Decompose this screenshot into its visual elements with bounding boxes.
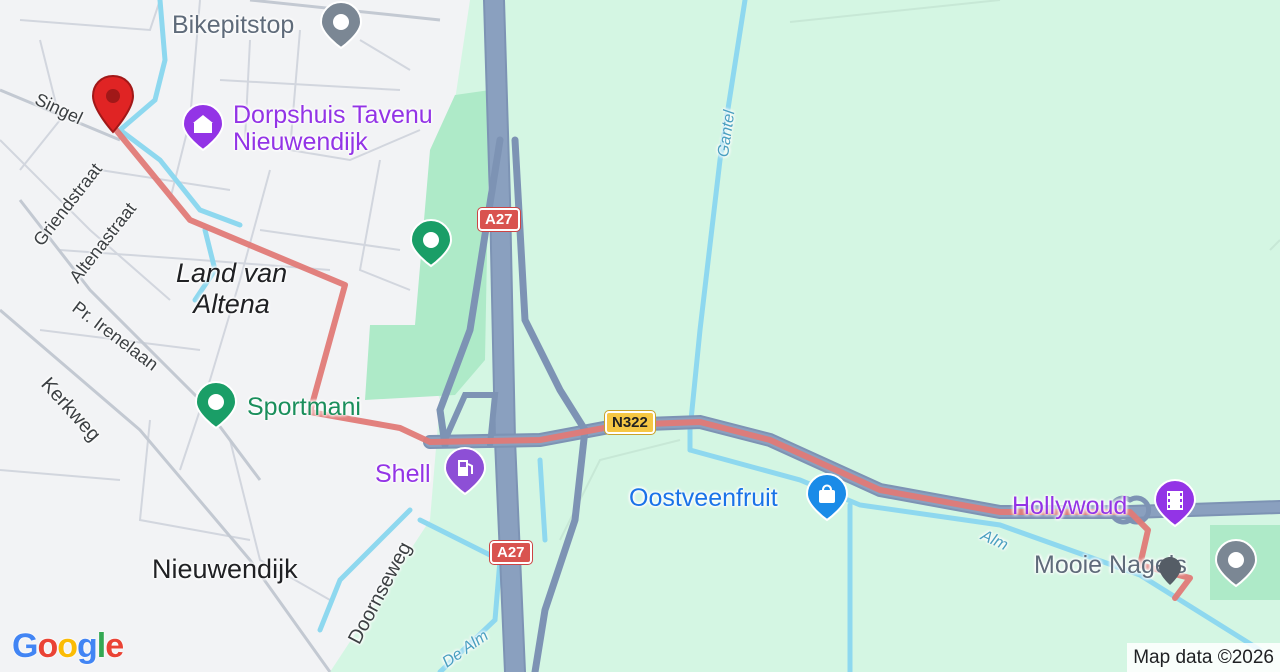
google-logo: Google [12,627,124,666]
grey-map-pin-icon[interactable] [1158,556,1182,586]
google-logo-letter: o [37,627,58,665]
location-dot-icon[interactable] [1213,538,1259,590]
google-logo-text: Google [12,627,124,665]
n322-shield: N322 [605,411,655,434]
poi-label-dorpshuis[interactable]: Dorpshuis Tavenu Nieuwendijk [233,102,433,156]
place-label-nieuwendijk: Nieuwendijk [152,554,298,584]
google-logo-letter: g [77,627,98,665]
map-canvas[interactable]: A27 A27 N322 Singel Griendstraat Altenas… [0,0,1280,672]
a27-shield-south: A27 [490,541,532,564]
google-logo-letter: e [105,627,124,665]
google-logo-letter: G [12,627,38,665]
place-label-land-van-altena: Land van Altena [176,258,288,320]
poi-label-bikepitstop[interactable]: Bikepitstop [172,13,294,38]
a27-shield: A27 [478,208,520,231]
location-dot-icon[interactable] [318,0,364,52]
google-logo-letter: l [96,627,107,665]
shopping-bag-icon[interactable] [804,472,850,524]
google-logo-letter: o [57,627,78,665]
location-dot-icon[interactable] [193,380,239,432]
fuel-pump-icon[interactable] [442,446,488,498]
poi-label-oostveenfruit[interactable]: Oostveenfruit [629,486,778,511]
poi-label-sportmani[interactable]: Sportmani [247,395,361,420]
location-dot-icon[interactable] [408,218,454,270]
poi-label-hollywoud[interactable]: Hollywoud [1012,494,1127,519]
film-icon[interactable] [1152,478,1198,530]
landmark-icon[interactable] [180,102,226,154]
poi-label-shell[interactable]: Shell [375,462,431,487]
map-attribution[interactable]: Map data ©2026 [1127,643,1280,672]
red-map-pin-icon[interactable] [90,74,136,136]
